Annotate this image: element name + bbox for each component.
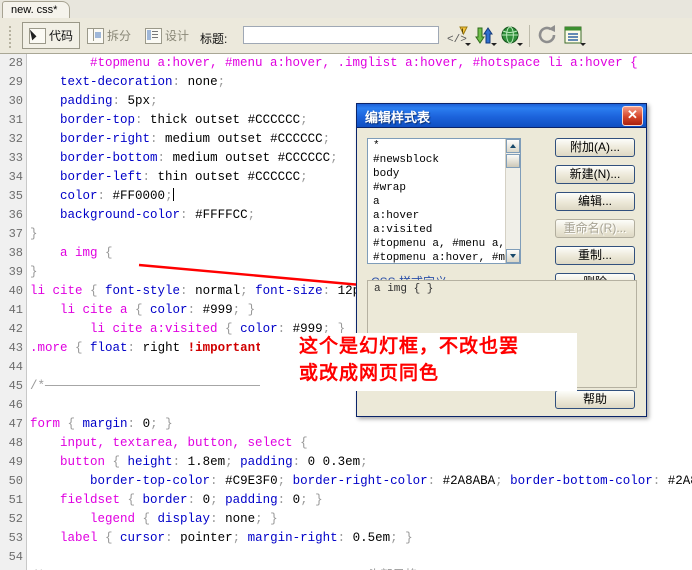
duplicate-button[interactable]: 重制... (555, 246, 635, 265)
preview-in-browser-icon[interactable] (498, 23, 524, 49)
code-line[interactable]: text-decoration: none; (30, 73, 692, 92)
line-number: 50 (8, 474, 23, 488)
list-item[interactable]: #newsblock (368, 153, 520, 167)
design-view-icon (145, 27, 163, 44)
list-item[interactable]: a:hover (368, 209, 520, 223)
edit-button[interactable]: 编辑... (555, 192, 635, 211)
line-number: 35 (8, 189, 23, 203)
line-number: 46 (8, 398, 23, 412)
line-number: 49 (8, 455, 23, 469)
code-line[interactable]: input, textarea, button, select { (30, 434, 692, 453)
line-number: 47 (8, 417, 23, 431)
dialog-title-bar[interactable]: 编辑样式表 ✕ (357, 104, 646, 128)
split-view-icon (87, 27, 105, 44)
chevron-down-icon (517, 43, 523, 46)
list-item[interactable]: #topmenu a, #menu a, (368, 237, 520, 251)
toolbar-grip[interactable] (9, 24, 13, 48)
annotation-line-1: 这个是幻灯框，不改也罢 (299, 335, 520, 357)
css-definition-text: a img { } (374, 283, 434, 295)
line-number: 30 (8, 94, 23, 108)
scroll-down-icon[interactable] (506, 249, 520, 263)
svg-text:</>: </> (447, 34, 467, 46)
line-number: 33 (8, 151, 23, 165)
chevron-down-icon (491, 43, 497, 46)
code-line[interactable]: form { margin: 0; } (30, 415, 692, 434)
dialog-title: 编辑样式表 (365, 110, 431, 125)
line-number: 40 (8, 284, 23, 298)
document-tab-label: new. css* (11, 4, 58, 16)
page-title-label: 标题: (200, 32, 228, 46)
line-number: 45 (8, 379, 23, 393)
view-mode-buttons: 代码 拆分 设计 (22, 22, 196, 49)
code-line[interactable] (30, 548, 692, 567)
line-number-gutter: 28 29 30 31 32 33 34 35 36 37 38 39 40 41 42 43 44 45 46 47… (0, 54, 27, 570)
list-item[interactable]: a:visited (368, 223, 520, 237)
line-number: 38 (8, 246, 23, 260)
code-view-label: 代码 (49, 29, 74, 43)
line-number: 53 (8, 531, 23, 545)
list-item[interactable]: #wrap (368, 181, 520, 195)
close-icon[interactable]: ✕ (622, 106, 643, 126)
view-options-icon[interactable] (561, 23, 587, 49)
attach-button[interactable]: 附加(A)... (555, 138, 635, 157)
help-button[interactable]: 帮助 (555, 390, 635, 409)
list-item[interactable]: body (368, 167, 520, 181)
code-line[interactable]: border-top-color: #C9E3F0; border-right-… (30, 472, 692, 491)
line-number: 32 (8, 132, 23, 146)
list-item[interactable]: #topmenu a:hover, #mer (368, 251, 520, 263)
chevron-down-icon (580, 43, 586, 46)
refresh-design-view-icon[interactable] (535, 23, 561, 49)
code-line[interactable]: button { height: 1.8em; padding: 0 0.3em… (30, 453, 692, 472)
code-view-icon (29, 27, 46, 44)
split-view-label: 拆分 (107, 29, 132, 43)
file-management-icon[interactable] (472, 23, 498, 49)
line-number: 42 (8, 322, 23, 336)
line-number: 54 (8, 550, 23, 564)
line-number: 34 (8, 170, 23, 184)
line-number: 28 (8, 56, 23, 70)
line-number: 43 (8, 341, 23, 355)
line-number: 44 (8, 360, 23, 374)
line-number: 37 (8, 227, 23, 241)
document-tab-strip: new. css* (0, 0, 692, 20)
scrollbar-thumb[interactable] (506, 154, 520, 168)
line-number: 48 (8, 436, 23, 450)
line-number: 41 (8, 303, 23, 317)
code-line[interactable]: label { cursor: pointer; margin-right: 0… (30, 529, 692, 548)
document-toolbar: 代码 拆分 设计 标题: </> ! (0, 18, 692, 54)
code-line[interactable]: #topmenu a:hover, #menu a:hover, .imglis… (30, 54, 692, 73)
list-item[interactable]: a (368, 195, 520, 209)
design-view-label: 设计 (165, 29, 190, 43)
list-item[interactable]: * (368, 139, 520, 153)
line-number: 31 (8, 113, 23, 127)
annotation-note: 这个是幻灯框，不改也罢 或改成网页同色 (260, 333, 577, 391)
tab-code-view[interactable]: 代码 (22, 22, 81, 49)
style-sheet-list-items: * #newsblock body #wrap a a:hover a:visited #to… (368, 139, 520, 263)
annotation-line-2: 或改成网页同色 (299, 362, 440, 384)
toolbar-icon-group: </> ! (446, 22, 587, 50)
tab-split-view[interactable]: 拆分 (80, 22, 138, 49)
list-scrollbar[interactable] (505, 139, 520, 263)
page-title-input[interactable] (243, 26, 439, 44)
line-number: 29 (8, 75, 23, 89)
line-number: 39 (8, 265, 23, 279)
line-number: 52 (8, 512, 23, 526)
code-navigation-icon[interactable]: </> ! (446, 23, 472, 49)
line-number: 36 (8, 208, 23, 222)
svg-text:!: ! (462, 29, 464, 36)
code-line[interactable]: fieldset { border: 0; padding: 0; } (30, 491, 692, 510)
scroll-up-icon[interactable] (506, 139, 520, 153)
line-number: 51 (8, 493, 23, 507)
code-line[interactable]: legend { display: none; } (30, 510, 692, 529)
rename-button: 重命名(R)... (555, 219, 635, 238)
chevron-down-icon (465, 43, 471, 46)
toolbar-separator (529, 25, 530, 47)
tab-design-view[interactable]: 设计 (138, 22, 196, 49)
style-sheet-list[interactable]: * #newsblock body #wrap a a:hover a:visited #to… (367, 138, 521, 264)
new-button[interactable]: 新建(N)... (555, 165, 635, 184)
